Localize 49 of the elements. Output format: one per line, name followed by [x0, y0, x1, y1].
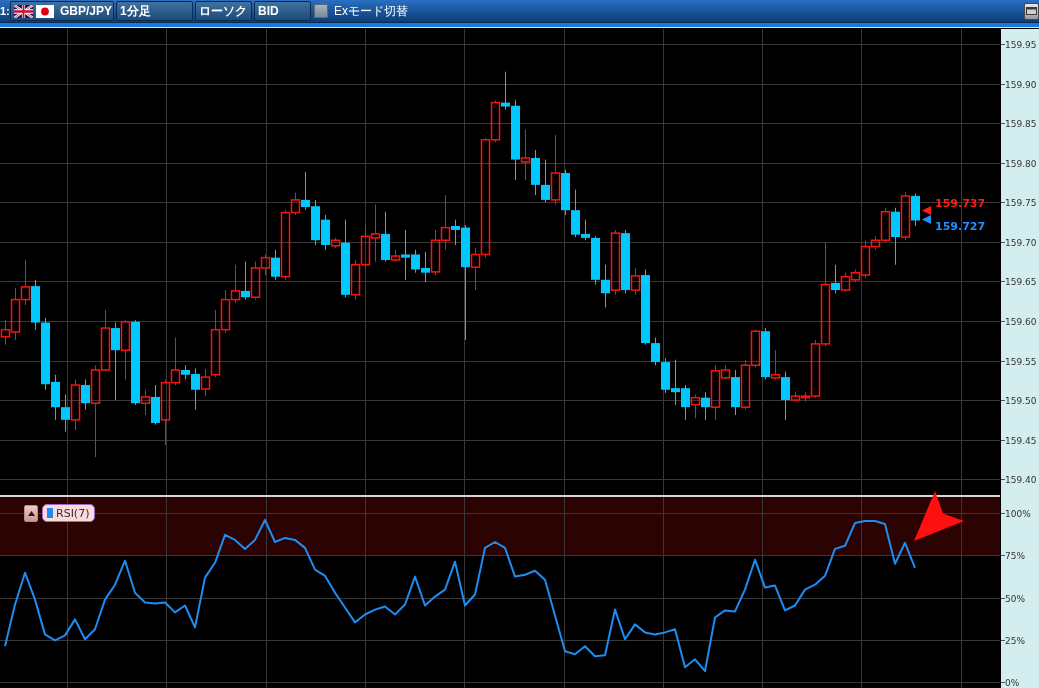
axis-label: 159.95 — [1005, 40, 1037, 52]
axis-label: 159.55 — [1005, 356, 1037, 368]
axis-label: 75% — [1005, 551, 1025, 563]
axis-label: 100% — [1005, 509, 1031, 521]
candle — [311, 199, 320, 246]
axis-label: 159.80 — [1005, 158, 1037, 170]
price-label: 159.727 — [935, 220, 986, 234]
axis-label: 0% — [1005, 678, 1020, 688]
japan-flag-icon — [36, 4, 54, 18]
axis-label: 159.85 — [1005, 119, 1037, 131]
axis-label: 159.45 — [1005, 435, 1037, 447]
uk-flag-icon — [14, 4, 33, 18]
axis-label: 159.50 — [1005, 396, 1037, 408]
axis-label: 50% — [1005, 593, 1025, 605]
dropdown-button[interactable]: ローソク — [195, 1, 252, 21]
collapse-button[interactable] — [24, 505, 38, 522]
dropdown-button[interactable]: BID — [254, 1, 311, 21]
candle — [750, 329, 761, 369]
candle — [531, 149, 540, 196]
candle — [120, 319, 131, 380]
candle — [61, 394, 70, 433]
candle — [360, 224, 371, 269]
candle — [20, 259, 31, 306]
checkbox-label: Exモード切替 — [334, 5, 408, 17]
ex-mode-checkbox[interactable] — [314, 4, 328, 18]
axis-label: 159.65 — [1005, 277, 1037, 289]
candle — [370, 204, 381, 263]
candle — [661, 357, 670, 394]
dropdown-button[interactable]: GBP/JPY — [10, 1, 114, 21]
window-button[interactable] — [1024, 2, 1039, 20]
dropdown-button[interactable]: 1分足 — [116, 1, 193, 21]
axis-label: 159.60 — [1005, 316, 1037, 328]
arrow-pointer-icon — [914, 491, 964, 541]
candle — [671, 359, 680, 406]
candle — [241, 261, 250, 301]
axis-label: 159.75 — [1005, 198, 1037, 210]
indicator-legend-button[interactable]: RSI(7) — [42, 504, 96, 522]
legend-label: RSI(7) — [56, 506, 90, 520]
axis-label: 25% — [1005, 635, 1025, 647]
window-icon — [1026, 7, 1037, 15]
axis-label: 159.70 — [1005, 237, 1037, 249]
axis-label: 159.90 — [1005, 79, 1037, 91]
caret-up-icon — [27, 511, 35, 516]
price-label: 159.737 — [935, 197, 986, 211]
pane-number: 1: — [0, 5, 10, 17]
candle — [230, 264, 241, 304]
axis-label: 159.40 — [1005, 475, 1037, 487]
candle — [740, 359, 751, 411]
candle — [31, 279, 40, 331]
